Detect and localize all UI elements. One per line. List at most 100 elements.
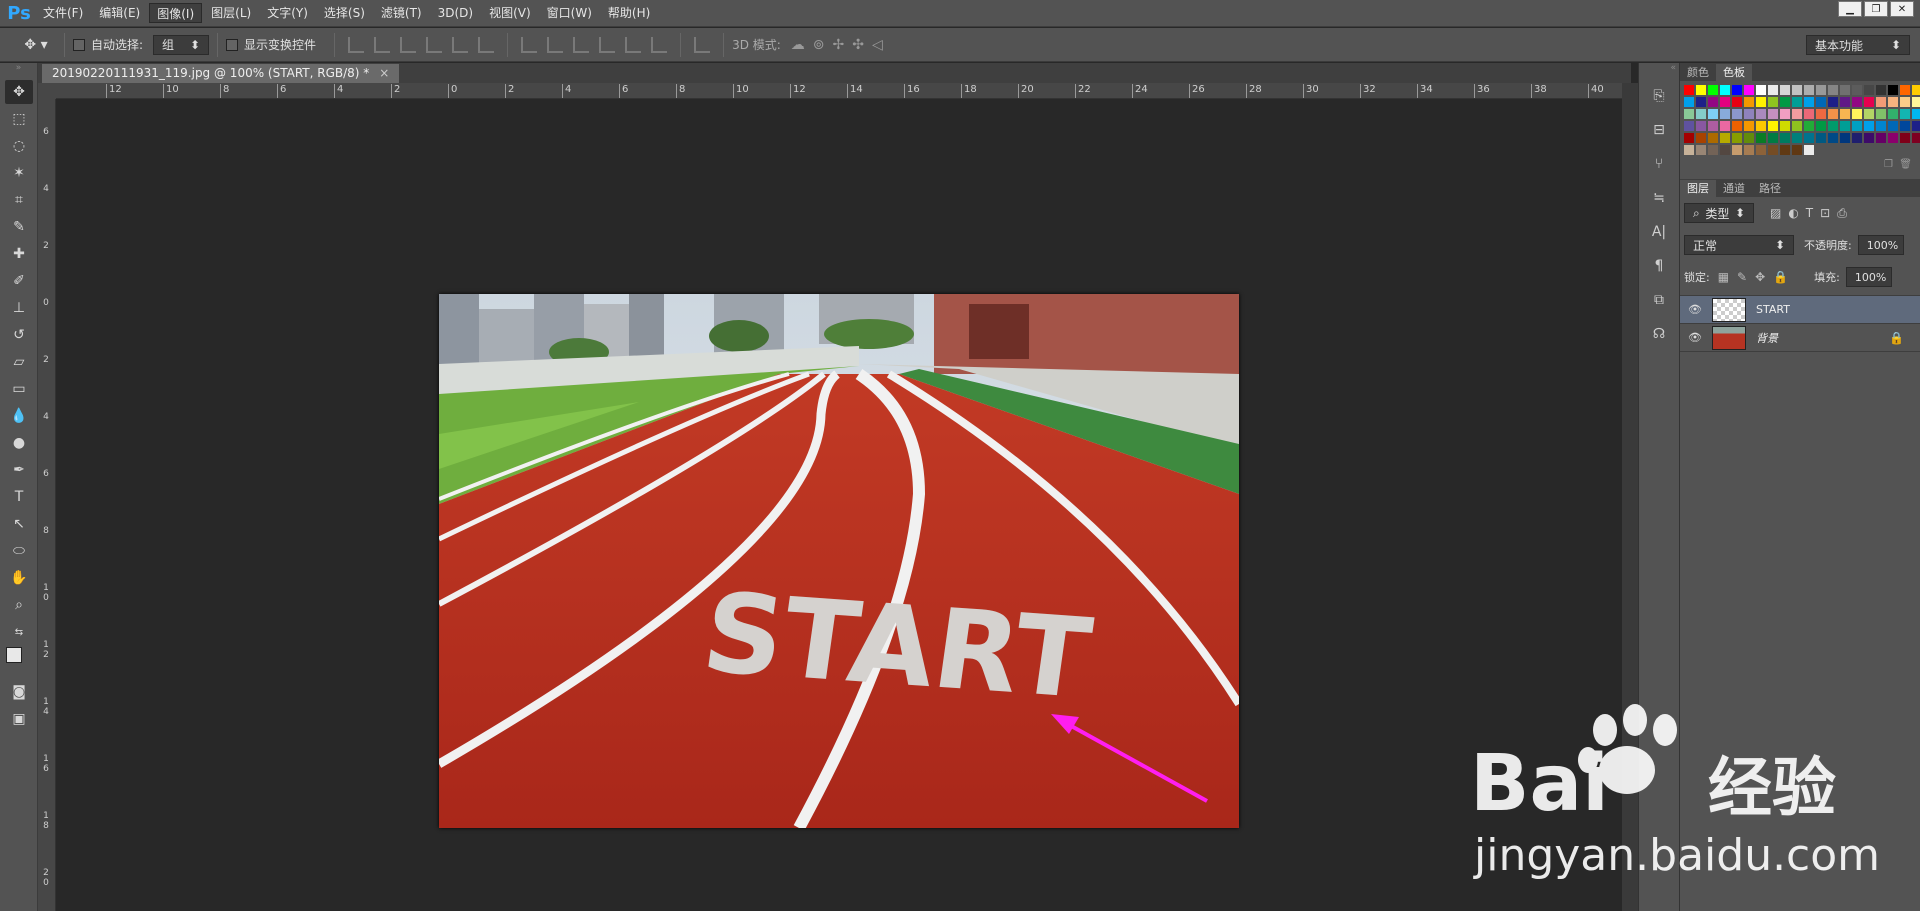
color-swatch[interactable]: [1756, 133, 1766, 143]
color-swatch[interactable]: [1684, 121, 1694, 131]
color-swap-icon[interactable]: ⇆: [5, 620, 33, 644]
color-swatch[interactable]: [1876, 109, 1886, 119]
color-swatch[interactable]: [1768, 109, 1778, 119]
restore-icon[interactable]: ❐: [1864, 1, 1888, 17]
healing-brush-icon[interactable]: ✚: [5, 242, 33, 266]
color-swatch[interactable]: [1768, 145, 1778, 155]
adjustments-panel-icon[interactable]: ⑂: [1646, 153, 1672, 175]
distribute-vcenter-icon[interactable]: [547, 36, 564, 53]
distribute-top-icon[interactable]: [521, 36, 538, 53]
color-swatch[interactable]: [1696, 85, 1706, 95]
color-swatch[interactable]: [1852, 133, 1862, 143]
color-swatch[interactable]: [1696, 97, 1706, 107]
color-swatch[interactable]: [1852, 121, 1862, 131]
color-swatch[interactable]: [1828, 85, 1838, 95]
magic-wand-icon[interactable]: ✶: [5, 161, 33, 185]
eraser-tool-icon[interactable]: ▱: [5, 350, 33, 374]
color-swatch[interactable]: [1708, 97, 1718, 107]
color-swatch[interactable]: [1816, 97, 1826, 107]
show-transform-checkbox[interactable]: [226, 38, 239, 51]
lock-icons[interactable]: ▦✎✥🔒: [1718, 270, 1796, 284]
document-image[interactable]: START: [439, 294, 1239, 828]
color-swatch[interactable]: [1864, 121, 1874, 131]
type-tool-icon[interactable]: T: [5, 485, 33, 509]
hand-tool-icon[interactable]: ✋: [5, 566, 33, 590]
color-swatch[interactable]: [1912, 97, 1920, 107]
auto-align-icon[interactable]: [694, 36, 711, 53]
color-swatch[interactable]: [1852, 97, 1862, 107]
screen-mode-icon[interactable]: ▣: [5, 707, 33, 731]
color-swatch[interactable]: [1828, 133, 1838, 143]
glyph-panel-icon[interactable]: ☊: [1646, 323, 1672, 345]
layer-start[interactable]: 👁 START: [1680, 296, 1920, 324]
color-swatch[interactable]: [1696, 121, 1706, 131]
color-swatch[interactable]: [1852, 85, 1862, 95]
align-hcenter-icon[interactable]: [452, 36, 469, 53]
color-swatch[interactable]: [1888, 133, 1898, 143]
color-swatch[interactable]: [1744, 121, 1754, 131]
close-tab-icon[interactable]: ×: [379, 64, 389, 83]
color-swatch[interactable]: [1804, 121, 1814, 131]
brush-tool-icon[interactable]: ✐: [5, 269, 33, 293]
color-swatch[interactable]: [1888, 85, 1898, 95]
color-swatch[interactable]: [1708, 145, 1718, 155]
color-swatch[interactable]: [1816, 121, 1826, 131]
properties-panel-icon[interactable]: ≒: [1646, 187, 1672, 209]
new-swatch-icon[interactable]: ❐: [1884, 159, 1893, 170]
menu-type[interactable]: 文字(Y): [260, 3, 315, 23]
color-swatch[interactable]: [1816, 85, 1826, 95]
color-swatch[interactable]: [1780, 145, 1790, 155]
color-swatch[interactable]: [1888, 121, 1898, 131]
opacity-field[interactable]: 100%: [1857, 235, 1904, 255]
distribute-left-icon[interactable]: [599, 36, 616, 53]
menu-3d[interactable]: 3D(D): [431, 3, 480, 23]
menu-view[interactable]: 视图(V): [482, 3, 538, 23]
blur-tool-icon[interactable]: 💧: [5, 404, 33, 428]
color-swatch[interactable]: [1684, 133, 1694, 143]
tab-layers[interactable]: 图层: [1680, 180, 1716, 197]
history-brush-icon[interactable]: ↺: [5, 323, 33, 347]
color-swatch[interactable]: [1864, 133, 1874, 143]
path-select-icon[interactable]: ↖: [5, 512, 33, 536]
color-swatch[interactable]: [1888, 97, 1898, 107]
color-swatch[interactable]: [1756, 85, 1766, 95]
color-swatch[interactable]: [1840, 85, 1850, 95]
color-swatch[interactable]: [1840, 133, 1850, 143]
workspace-dropdown[interactable]: 基本功能 ⬍: [1806, 35, 1910, 55]
distribute-right-icon[interactable]: [651, 36, 668, 53]
eyedropper-icon[interactable]: ✎: [5, 215, 33, 239]
color-swatch[interactable]: [1912, 85, 1920, 95]
color-swatch[interactable]: [1708, 85, 1718, 95]
history-panel-icon[interactable]: ⎘: [1646, 85, 1672, 107]
pen-tool-icon[interactable]: ✒: [5, 458, 33, 482]
dodge-tool-icon[interactable]: ●: [5, 431, 33, 455]
shape-tool-icon[interactable]: ⬭: [5, 539, 33, 563]
color-swatch[interactable]: [1732, 97, 1742, 107]
color-swatch[interactable]: [1708, 109, 1718, 119]
tab-swatches[interactable]: 色板: [1716, 64, 1752, 81]
color-swatch[interactable]: [1780, 109, 1790, 119]
color-swatch[interactable]: [1828, 121, 1838, 131]
color-swatch[interactable]: [1684, 85, 1694, 95]
color-swatch[interactable]: [1684, 145, 1694, 155]
color-swatch[interactable]: [1684, 109, 1694, 119]
paragraph-panel-icon[interactable]: ¶: [1646, 255, 1672, 277]
move-tool-icon[interactable]: ✥: [5, 80, 33, 104]
color-swatch[interactable]: [1684, 97, 1694, 107]
color-swatch[interactable]: [1900, 121, 1910, 131]
menu-window[interactable]: 窗口(W): [540, 3, 599, 23]
close-icon[interactable]: ✕: [1890, 1, 1914, 17]
color-swatch[interactable]: [1780, 133, 1790, 143]
color-swatch[interactable]: [1732, 145, 1742, 155]
color-swatch[interactable]: [1864, 109, 1874, 119]
color-swatch[interactable]: [1720, 133, 1730, 143]
color-swatch[interactable]: [1696, 109, 1706, 119]
color-swatch[interactable]: [1792, 145, 1802, 155]
expand-panels-icon[interactable]: «: [1639, 63, 1679, 73]
color-swatch[interactable]: [1804, 109, 1814, 119]
color-swatch[interactable]: [1792, 121, 1802, 131]
move-tool-preset-icon[interactable]: ✥ ▾: [16, 31, 56, 59]
color-swatch[interactable]: [1756, 109, 1766, 119]
color-swatch[interactable]: [1744, 145, 1754, 155]
color-swatch[interactable]: [1792, 85, 1802, 95]
